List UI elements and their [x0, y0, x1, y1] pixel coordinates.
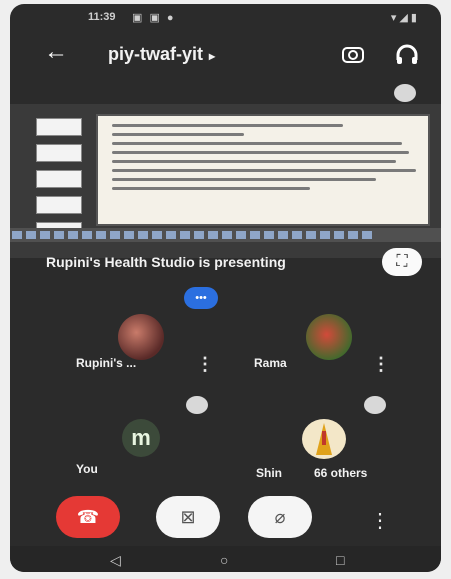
pin-pill[interactable]: [186, 396, 208, 414]
status-time: 11:39: [88, 11, 116, 23]
slide-thumbnail: [36, 118, 82, 136]
speaking-indicator-icon: •••: [184, 287, 218, 309]
participant-name: Rama: [254, 356, 287, 370]
status-bar: 11:39 ▣ ▣ ● ▾ ◢ ▮: [10, 4, 441, 30]
meeting-code[interactable]: piy-twaf-yit ▸: [108, 44, 215, 65]
slide-thumbnail: [36, 196, 82, 214]
nav-recent-icon[interactable]: □: [336, 552, 344, 568]
meeting-code-text: piy-twaf-yit: [108, 44, 204, 64]
self-view-pill[interactable]: [394, 84, 416, 102]
participant-name: Shin: [256, 466, 282, 480]
participant-name: Rupini's ...: [76, 356, 137, 370]
avatar[interactable]: [118, 314, 164, 360]
chevron-right-icon: ▸: [209, 49, 216, 63]
participant-name: You: [76, 462, 98, 476]
more-options-icon[interactable]: ⋮: [370, 508, 390, 533]
meeting-header: ← piy-twaf-yit ▸: [10, 36, 441, 72]
shared-slide: [96, 114, 430, 226]
android-nav-bar: ◁ ○ □: [10, 546, 441, 572]
end-call-button[interactable]: ☎: [56, 496, 120, 538]
back-arrow-icon[interactable]: ←: [44, 38, 68, 66]
more-options-icon[interactable]: ⋮: [196, 354, 214, 375]
slide-thumbnail: [36, 144, 82, 162]
status-icons: ▣ ▣ ●: [132, 12, 176, 24]
shared-taskbar: [10, 228, 441, 242]
nav-back-icon[interactable]: ◁: [110, 552, 121, 569]
fullscreen-icon[interactable]: ⛶: [382, 248, 422, 276]
camera-off-button[interactable]: ⊠: [156, 496, 220, 538]
pin-pill[interactable]: [364, 396, 386, 414]
mic-off-button[interactable]: ⌀: [248, 496, 312, 538]
presentation-view: [10, 104, 441, 258]
avatar[interactable]: m: [122, 419, 160, 457]
slide-thumbnail: [36, 170, 82, 188]
status-right-icons: ▾ ◢ ▮: [390, 12, 417, 24]
switch-camera-icon[interactable]: [340, 42, 366, 68]
avatar[interactable]: [302, 419, 346, 459]
others-count[interactable]: 66 others: [314, 466, 367, 480]
avatar[interactable]: [306, 314, 352, 360]
nav-home-icon[interactable]: ○: [220, 552, 228, 568]
more-options-icon[interactable]: ⋮: [372, 354, 390, 375]
headphones-icon[interactable]: [394, 42, 420, 68]
phone-screen: 11:39 ▣ ▣ ● ▾ ◢ ▮ ← piy-twaf-yit ▸ Rupin…: [10, 4, 441, 572]
presenting-banner: Rupini's Health Studio is presenting: [46, 254, 286, 270]
